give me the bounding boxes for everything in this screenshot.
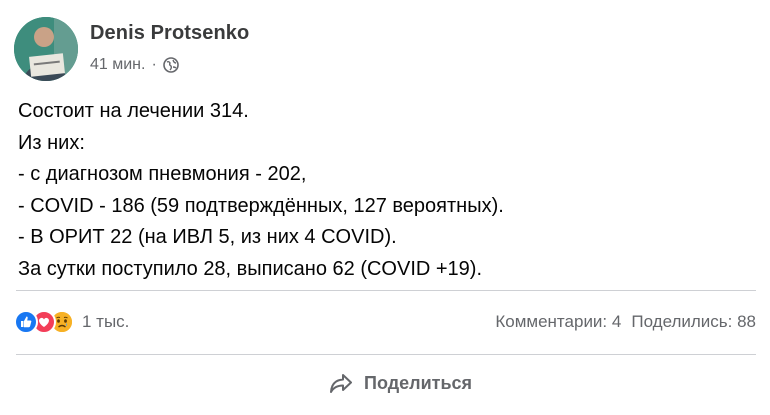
post-meta: 41 мин. · bbox=[90, 56, 179, 74]
like-icon[interactable] bbox=[14, 310, 38, 334]
globe-icon[interactable] bbox=[162, 57, 179, 73]
post-text-line: - COVID - 186 (59 подтверждённых, 127 ве… bbox=[18, 194, 504, 217]
divider bbox=[16, 354, 756, 355]
post-timestamp[interactable]: 41 мин. bbox=[90, 56, 145, 74]
post-text: Состоит на лечении 314. Из них: - с диаг… bbox=[18, 96, 758, 286]
post-text-line: Из них: bbox=[18, 131, 85, 154]
author-name[interactable]: Denis Protsenko bbox=[90, 22, 249, 45]
shares-count[interactable]: Поделились: 88 bbox=[631, 312, 756, 332]
share-label: Поделиться bbox=[364, 372, 473, 393]
post-stats: Комментарии: 4 Поделились: 88 bbox=[495, 312, 756, 332]
share-icon bbox=[328, 370, 354, 396]
post-text-line: Состоит на лечении 314. bbox=[18, 100, 249, 122]
post-text-line: - В ОРИТ 22 (на ИВЛ 5, из них 4 COVID). bbox=[18, 226, 397, 249]
reactions-summary[interactable]: 1 тыс. bbox=[14, 310, 129, 334]
post-text-line: - с диагнозом пневмония - 202, bbox=[18, 163, 307, 186]
post-text-line: За сутки поступило 28, выписано 62 (COVI… bbox=[18, 257, 483, 280]
meta-separator: · bbox=[151, 56, 157, 73]
reaction-count[interactable]: 1 тыс. bbox=[82, 312, 129, 332]
comments-count[interactable]: Комментарии: 4 bbox=[495, 312, 621, 332]
avatar-image bbox=[14, 17, 78, 81]
divider bbox=[16, 290, 756, 291]
facebook-post: Denis Protsenko 41 мин. · Состоит на леч… bbox=[0, 0, 770, 415]
avatar[interactable] bbox=[14, 17, 78, 81]
share-button[interactable]: Поделиться bbox=[328, 370, 472, 396]
